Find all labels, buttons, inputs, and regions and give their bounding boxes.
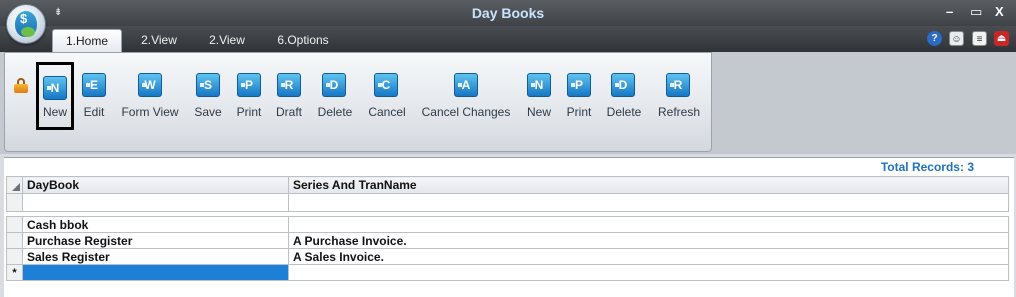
close-button[interactable]: X bbox=[995, 4, 1004, 19]
cell-series[interactable] bbox=[288, 216, 1009, 233]
cancel-button-label: Cancel bbox=[368, 105, 406, 119]
table-row[interactable]: Cash bbok bbox=[6, 216, 1009, 233]
draft-button-label: Draft bbox=[275, 105, 302, 119]
column-header-series[interactable]: Series And TranName bbox=[288, 176, 1009, 194]
cell-series[interactable]: A Sales Invoice. bbox=[288, 248, 1009, 265]
print-detail-button[interactable]: P Print bbox=[563, 62, 595, 130]
cancel-button[interactable]: C Cancel bbox=[365, 62, 409, 130]
total-records: Total Records: 3 bbox=[880, 160, 974, 174]
title-bar: ⇟ Day Books – ▭ X bbox=[0, 0, 1016, 26]
cancel-changes-button-label: Cancel Changes bbox=[421, 105, 511, 119]
new-button-label: New bbox=[42, 105, 67, 119]
daybook-grid: DayBook Series And TranName Cash bbok Pu… bbox=[6, 176, 1009, 281]
refresh-icon: R bbox=[666, 73, 690, 97]
edit-icon: E bbox=[82, 73, 106, 97]
delete-detail-button[interactable]: D Delete bbox=[603, 62, 645, 130]
tab-view-2[interactable]: 2.View bbox=[198, 29, 256, 52]
new-icon: N bbox=[43, 76, 67, 100]
draft-icon: R bbox=[277, 73, 301, 97]
filter-cell-daybook[interactable] bbox=[22, 193, 289, 212]
exit-icon[interactable]: ⏏ bbox=[994, 31, 1009, 46]
refresh-button-label: Refresh bbox=[657, 105, 701, 119]
draft-button[interactable]: R Draft bbox=[273, 62, 305, 130]
new-button[interactable]: N New bbox=[36, 62, 74, 130]
cancel-changes-button[interactable]: A Cancel Changes bbox=[419, 62, 513, 130]
tab-home[interactable]: 1.Home bbox=[52, 29, 122, 52]
app-menu-button[interactable]: $ bbox=[6, 4, 46, 44]
filter-row bbox=[6, 193, 1009, 212]
filter-cell-series[interactable] bbox=[288, 193, 1009, 212]
new-detail-button[interactable]: N New bbox=[523, 62, 555, 130]
delete-button[interactable]: D Delete bbox=[314, 62, 356, 130]
print-button[interactable]: P Print bbox=[233, 62, 265, 130]
save-button-label: Save bbox=[194, 105, 222, 119]
row-header[interactable] bbox=[6, 216, 23, 233]
contact-icon[interactable]: ☺ bbox=[949, 31, 964, 46]
refresh-button[interactable]: R Refresh bbox=[654, 62, 704, 130]
app-logo-symbol-icon: $ bbox=[20, 11, 28, 26]
delete-detail-icon: D bbox=[611, 73, 635, 97]
cell-daybook[interactable]: Cash bbok bbox=[22, 216, 289, 233]
new-detail-icon: N bbox=[527, 73, 551, 97]
restore-button[interactable]: ▭ bbox=[970, 4, 982, 20]
delete-icon: D bbox=[322, 73, 346, 97]
cell-daybook[interactable]: Sales Register bbox=[22, 248, 289, 265]
select-all-corner[interactable] bbox=[6, 176, 23, 194]
cell-series[interactable]: A Purchase Invoice. bbox=[288, 232, 1009, 249]
new-row-marker: * bbox=[6, 264, 23, 281]
table-row[interactable]: Sales Register A Sales Invoice. bbox=[6, 248, 1009, 265]
form-view-icon: W bbox=[138, 73, 162, 97]
print-button-label: Print bbox=[236, 105, 262, 119]
cell-daybook[interactable]: Purchase Register bbox=[22, 232, 289, 249]
new-row-series-cell[interactable] bbox=[288, 264, 1009, 281]
edit-button-label: Edit bbox=[83, 105, 105, 119]
cancel-icon: C bbox=[374, 73, 398, 97]
print-icon: P bbox=[237, 73, 261, 97]
tab-view[interactable]: 2.View bbox=[130, 29, 188, 52]
document-icon[interactable]: ≡ bbox=[972, 31, 987, 46]
print-detail-icon: P bbox=[567, 73, 591, 97]
delete-detail-button-label: Delete bbox=[606, 105, 642, 119]
app-logo-leaf-icon bbox=[21, 27, 35, 37]
delete-button-label: Delete bbox=[317, 105, 353, 119]
tab-options[interactable]: 6.Options bbox=[266, 29, 340, 52]
filter-row-header bbox=[6, 193, 23, 212]
form-view-button-label: Form View bbox=[121, 105, 179, 119]
new-detail-button-label: New bbox=[526, 105, 551, 119]
lock-icon[interactable] bbox=[14, 78, 28, 93]
new-row-daybook-cell[interactable] bbox=[22, 264, 289, 281]
save-icon: S bbox=[196, 73, 220, 97]
cancel-changes-icon: A bbox=[454, 73, 478, 97]
row-header[interactable] bbox=[6, 248, 23, 265]
save-button[interactable]: S Save bbox=[192, 62, 224, 130]
window-title: Day Books bbox=[471, 5, 545, 21]
grid-header-row: DayBook Series And TranName bbox=[6, 176, 1009, 194]
column-header-daybook[interactable]: DayBook bbox=[22, 176, 289, 194]
edit-button[interactable]: E Edit bbox=[79, 62, 109, 130]
form-view-button[interactable]: W Form View bbox=[118, 62, 182, 130]
new-row[interactable]: * bbox=[6, 264, 1009, 281]
row-header[interactable] bbox=[6, 232, 23, 249]
print-detail-button-label: Print bbox=[566, 105, 592, 119]
table-row[interactable]: Purchase Register A Purchase Invoice. bbox=[6, 232, 1009, 249]
help-icon[interactable]: ? bbox=[927, 31, 942, 46]
ribbon-tab-strip: 1.Home 2.View 2.View 6.Options ? ☺ ≡ ⏏ bbox=[0, 26, 1016, 52]
minimize-button[interactable]: – bbox=[946, 4, 953, 19]
